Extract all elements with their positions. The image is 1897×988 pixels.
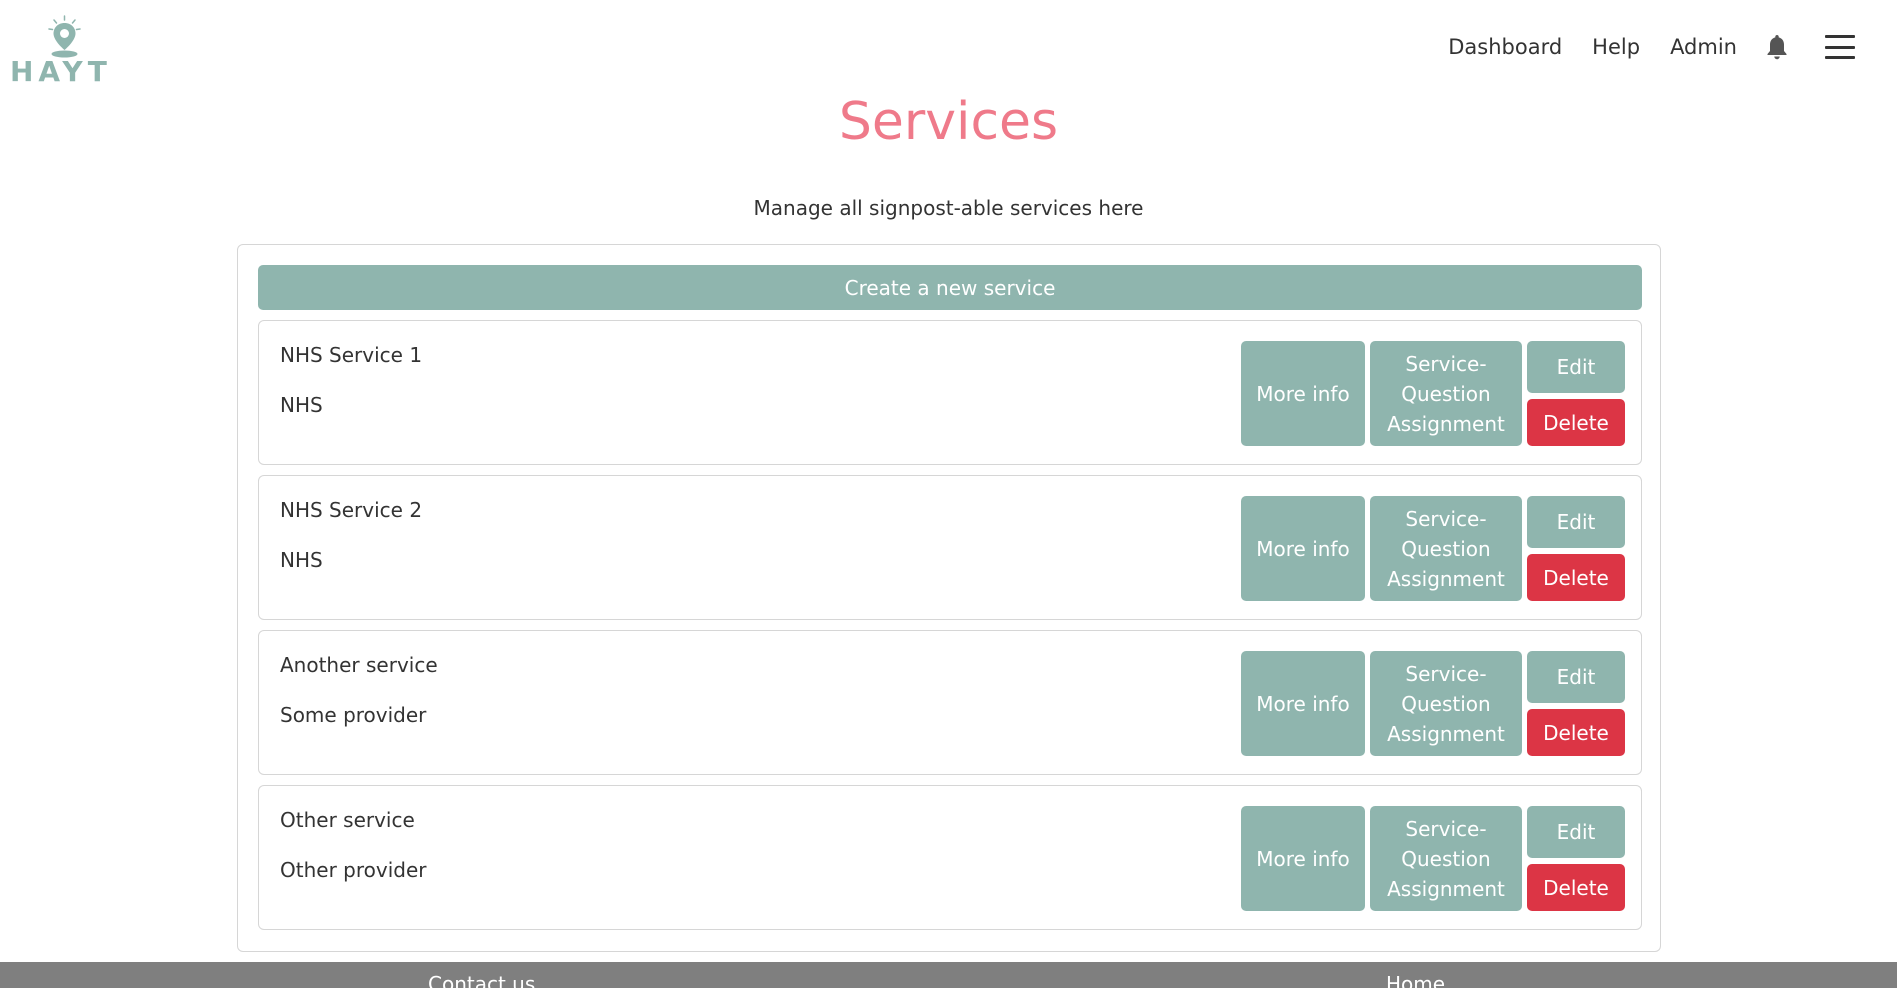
more-info-button[interactable]: More info <box>1241 341 1365 446</box>
footer-link-contact[interactable]: Contact us <box>428 972 535 988</box>
edit-button[interactable]: Edit <box>1527 496 1625 548</box>
service-name: NHS Service 1 <box>280 343 423 367</box>
create-service-button[interactable]: Create a new service <box>258 265 1642 310</box>
hamburger-bar <box>1825 35 1855 38</box>
service-card: NHS Service 1 NHS More info Service-Ques… <box>258 320 1642 465</box>
more-info-button[interactable]: More info <box>1241 651 1365 756</box>
service-name: NHS Service 2 <box>280 498 423 522</box>
service-card: Another service Some provider More info … <box>258 630 1642 775</box>
nav-link-dashboard[interactable]: Dashboard <box>1448 35 1562 59</box>
edit-button[interactable]: Edit <box>1527 651 1625 703</box>
bell-icon[interactable] <box>1765 33 1789 61</box>
service-provider: Some provider <box>280 703 427 727</box>
more-info-button[interactable]: More info <box>1241 496 1365 601</box>
delete-button[interactable]: Delete <box>1527 864 1625 911</box>
edit-button[interactable]: Edit <box>1527 806 1625 858</box>
nav-link-admin[interactable]: Admin <box>1670 35 1737 59</box>
service-question-assignment-button[interactable]: Service-Question Assignment <box>1370 341 1522 446</box>
page-subtitle: Manage all signpost-able services here <box>753 196 1144 220</box>
delete-button[interactable]: Delete <box>1527 399 1625 446</box>
hamburger-menu-icon[interactable] <box>1825 35 1855 59</box>
service-provider: NHS <box>280 393 323 417</box>
hamburger-bar <box>1825 56 1855 59</box>
hamburger-bar <box>1825 45 1855 49</box>
delete-button[interactable]: Delete <box>1527 709 1625 756</box>
top-nav: Dashboard Help Admin <box>1418 30 1855 64</box>
edit-button[interactable]: Edit <box>1527 341 1625 393</box>
service-question-assignment-button[interactable]: Service-Question Assignment <box>1370 651 1522 756</box>
page-title: Services <box>838 92 1059 152</box>
logo-text: HAYT <box>10 55 112 88</box>
services-panel: Create a new service NHS Service 1 NHS M… <box>237 244 1661 952</box>
service-question-assignment-button[interactable]: Service-Question Assignment <box>1370 496 1522 601</box>
delete-button[interactable]: Delete <box>1527 554 1625 601</box>
service-name: Another service <box>280 653 438 677</box>
more-info-button[interactable]: More info <box>1241 806 1365 911</box>
footer: Contact us Home <box>0 962 1897 988</box>
service-question-assignment-button[interactable]: Service-Question Assignment <box>1370 806 1522 911</box>
service-provider: NHS <box>280 548 323 572</box>
service-provider: Other provider <box>280 858 427 882</box>
nav-link-help[interactable]: Help <box>1592 35 1640 59</box>
service-card: NHS Service 2 NHS More info Service-Ques… <box>258 475 1642 620</box>
hayt-logo[interactable]: HAYT <box>10 10 112 88</box>
service-name: Other service <box>280 808 415 832</box>
footer-link-home[interactable]: Home <box>1386 972 1445 988</box>
service-card: Other service Other provider More info S… <box>258 785 1642 930</box>
